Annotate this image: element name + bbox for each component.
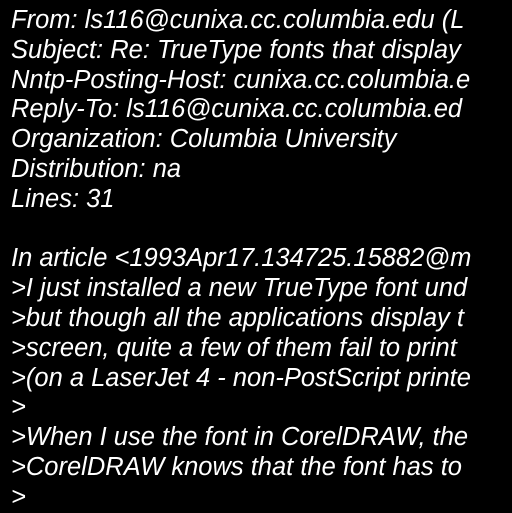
- message-text: From: ls116@cunixa.cc.columbia.edu (L Sub…: [0, 0, 512, 513]
- quoted-line: >: [11, 482, 26, 511]
- header-distribution: Distribution: na: [11, 154, 182, 183]
- quoted-line: >but though all the applications display…: [11, 303, 464, 332]
- quoted-line: >screen, quite a few of them fail to pri…: [11, 333, 457, 362]
- header-lines: Lines: 31: [11, 184, 115, 213]
- quoted-line: >(on a LaserJet 4 - non-PostScript print…: [11, 363, 471, 392]
- header-subject: Subject: Re: TrueType fonts that display: [11, 35, 461, 64]
- quoted-line: >I just installed a new TrueType font un…: [11, 274, 468, 303]
- body-line: In article <1993Apr17.134725.15882@m: [11, 244, 472, 273]
- header-nntp-posting-host: Nntp-Posting-Host: cunixa.cc.columbia.e: [11, 65, 471, 94]
- quoted-line: >: [11, 393, 26, 422]
- header-reply-to: Reply-To: ls116@cunixa.cc.columbia.ed: [11, 95, 463, 124]
- header-from: From: ls116@cunixa.cc.columbia.edu (L: [11, 6, 465, 34]
- quoted-line: >When I use the font in CorelDRAW, the: [11, 423, 469, 452]
- header-organization: Organization: Columbia University: [11, 125, 397, 154]
- quoted-line: >CorelDRAW knows that the font has to: [11, 452, 462, 481]
